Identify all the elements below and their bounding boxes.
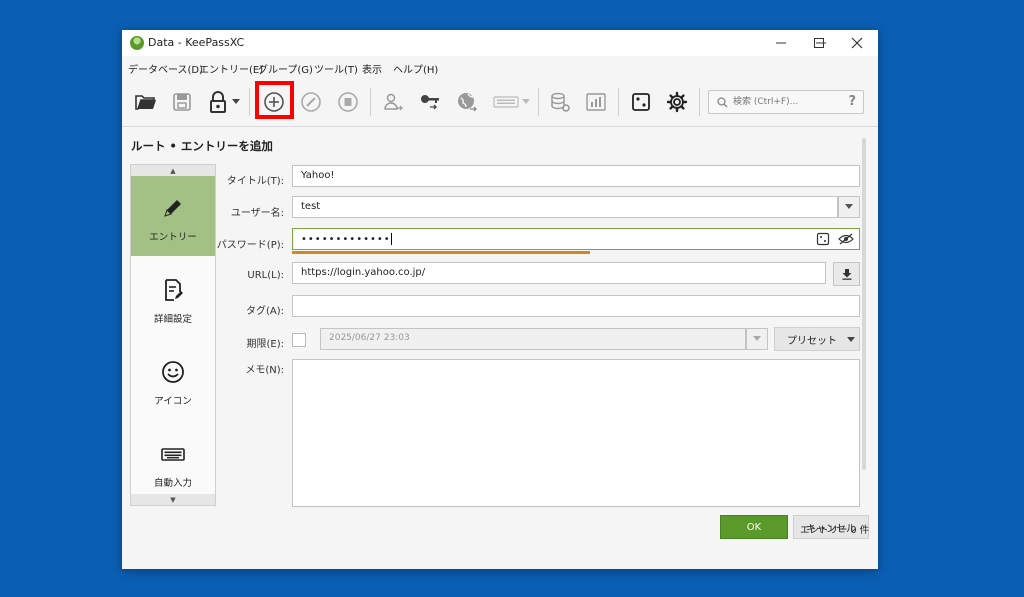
- expiry-preset-button[interactable]: プリセット: [774, 327, 860, 351]
- autotype-icon[interactable]: [492, 90, 520, 114]
- side-item-label: 自動入力: [153, 478, 192, 489]
- search-help-button[interactable]: ?: [848, 94, 856, 109]
- url-field[interactable]: https://login.yahoo.co.jp/: [292, 262, 826, 284]
- side-scroll-down-button[interactable]: ▼: [131, 494, 215, 505]
- chevron-down-icon: [753, 336, 761, 341]
- database-settings-icon[interactable]: [548, 90, 572, 114]
- menu-database[interactable]: データベース(D): [128, 61, 203, 76]
- download-icon: [842, 268, 851, 280]
- open-url-icon[interactable]: [455, 90, 479, 114]
- delete-entry-icon[interactable]: [336, 90, 360, 114]
- search-input[interactable]: [733, 94, 833, 110]
- minimize-icon: [776, 42, 786, 44]
- toolbar-separator: [538, 88, 539, 116]
- maximize-button[interactable]: [800, 30, 838, 56]
- password-value: •••••••••••••: [301, 234, 391, 245]
- password-label: パスワード(P):: [216, 240, 284, 251]
- menu-entry[interactable]: エントリー(E): [199, 61, 263, 76]
- generate-password-button[interactable]: [816, 232, 832, 246]
- toolbar-separator: [370, 88, 371, 116]
- menu-group[interactable]: グループ(G): [258, 61, 313, 76]
- chevron-down-icon: [847, 337, 855, 342]
- download-favicon-button[interactable]: [833, 262, 860, 286]
- side-item-label: アイコン: [154, 396, 192, 407]
- chevron-down-icon: [845, 204, 853, 209]
- password-strength-bar: [292, 251, 590, 254]
- text-cursor: [390, 233, 392, 245]
- password-generator-icon[interactable]: [629, 90, 653, 114]
- copy-username-icon[interactable]: [381, 90, 405, 114]
- document-edit-icon: [165, 279, 183, 301]
- username-dropdown-button[interactable]: [838, 196, 860, 218]
- keepassxc-logo-icon: [130, 36, 144, 50]
- title-label: タイトル(T):: [226, 176, 284, 187]
- close-icon: [851, 37, 863, 49]
- minimize-button-2[interactable]: [762, 30, 800, 56]
- menu-tools[interactable]: ツール(T): [314, 61, 358, 76]
- notes-field[interactable]: [292, 359, 860, 507]
- url-label: URL(L):: [247, 270, 284, 281]
- expiry-datetime-field[interactable]: 2025/06/27 23:03: [320, 328, 746, 350]
- username-field[interactable]: test: [292, 196, 838, 218]
- form-scrollbar[interactable]: [862, 138, 866, 470]
- menu-view[interactable]: 表示: [362, 61, 382, 76]
- page-title: ルート • エントリーを追加: [131, 139, 273, 153]
- search-icon: [717, 97, 728, 108]
- tags-label: タグ(A):: [245, 306, 284, 317]
- edit-entry-icon[interactable]: [299, 90, 323, 114]
- expiry-checkbox[interactable]: [292, 333, 306, 347]
- lock-database-icon[interactable]: [206, 90, 230, 114]
- tags-field[interactable]: [292, 295, 860, 317]
- toolbar-separator: [618, 88, 619, 116]
- expiry-dropdown-button[interactable]: [746, 328, 768, 350]
- autotype-dropdown-chevron-icon[interactable]: [521, 90, 531, 114]
- title-field[interactable]: Yahoo!: [292, 165, 860, 187]
- search-box[interactable]: ?: [708, 90, 864, 114]
- reports-icon[interactable]: [584, 90, 608, 114]
- side-item-icon[interactable]: アイコン: [131, 340, 215, 420]
- lock-dropdown-chevron-icon[interactable]: [230, 90, 242, 114]
- open-database-icon[interactable]: [134, 90, 158, 114]
- settings-icon[interactable]: [665, 90, 689, 114]
- expiry-label: 期限(E):: [246, 339, 285, 350]
- menu-bar: データベース(D) エントリー(E) グループ(G) ツール(T) 表示 ヘルプ…: [122, 56, 878, 78]
- menu-help[interactable]: ヘルプ(H): [393, 61, 438, 76]
- save-database-icon[interactable]: [170, 90, 194, 114]
- toolbar: ?: [122, 78, 878, 127]
- keyboard-icon: [161, 448, 185, 461]
- maximize-icon: [814, 38, 824, 48]
- toggle-password-button[interactable]: [838, 232, 854, 246]
- preset-label: プリセット: [787, 335, 837, 347]
- close-button[interactable]: [838, 30, 876, 56]
- window-title: Data - KeePassXC: [148, 36, 245, 49]
- username-label: ユーザー名:: [230, 208, 284, 219]
- status-bar-text: エントリー 0 件: [800, 525, 870, 536]
- pencil-icon: [164, 200, 181, 217]
- toolbar-separator: [699, 88, 700, 116]
- smiley-icon: [162, 361, 184, 383]
- notes-label: メモ(N):: [245, 365, 284, 376]
- eye-slash-icon: [838, 233, 854, 245]
- ok-button[interactable]: OK: [720, 515, 788, 539]
- side-item-autotype[interactable]: 自動入力: [131, 422, 215, 502]
- dice-icon: [816, 232, 830, 246]
- copy-password-icon[interactable]: [418, 90, 442, 114]
- add-entry-icon[interactable]: [262, 90, 286, 114]
- toolbar-separator: [249, 88, 250, 116]
- password-field[interactable]: •••••••••••••: [292, 228, 860, 250]
